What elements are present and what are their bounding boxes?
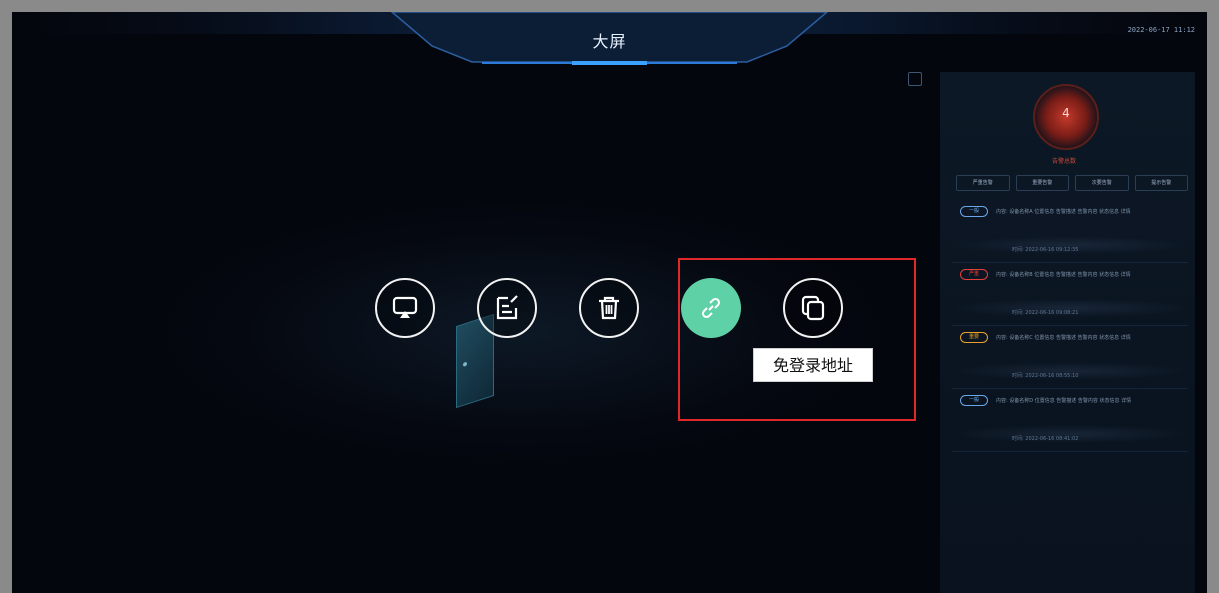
alarm-level-badge: 重要: [960, 332, 988, 343]
filter-tab-hint[interactable]: 提示告警: [1134, 175, 1188, 191]
alarm-gauge: 4: [1033, 84, 1099, 150]
alarm-level-badge: 一般: [960, 206, 988, 217]
filter-tab-critical[interactable]: 严重告警: [956, 175, 1010, 191]
alarm-time: 时间: 2022-06-16 09:08:21: [1012, 310, 1079, 316]
alarm-filter-tabs: 严重告警 重要告警 次要告警 提示告警: [956, 175, 1188, 191]
filter-tab-major[interactable]: 重要告警: [1015, 175, 1069, 191]
alarm-time: 时间: 2022-06-16 08:41:02: [1012, 436, 1079, 442]
delete-button[interactable]: [579, 278, 639, 338]
gauge-value: 4: [1062, 106, 1070, 120]
preview-button[interactable]: [375, 278, 435, 338]
gauge-label: 告警总数: [1051, 158, 1076, 165]
list-item[interactable]: 严重 内容: 设备名称B 位置信息 告警描述 告警内容 状态信息 详情 时间: …: [952, 263, 1188, 326]
door-knob: [463, 361, 467, 367]
alarm-time: 时间: 2022-06-16 09:12:35: [1012, 247, 1079, 253]
fullscreen-icon[interactable]: [908, 72, 922, 86]
alarm-text: 内容: 设备名称D 位置信息 告警描述 告警内容 状态信息 详情: [996, 398, 1132, 404]
list-item[interactable]: 重要 内容: 设备名称C 位置信息 告警描述 告警内容 状态信息 详情 时间: …: [952, 326, 1188, 389]
highlight-annotation-box: [678, 258, 916, 421]
alarm-level-badge: 一般: [960, 395, 988, 406]
alarm-list: 一般 内容: 设备名称A 位置信息 告警描述 告警内容 状态信息 详情 时间: …: [952, 200, 1188, 452]
big-screen-canvas: 大屏 2022-06-17 11:12 4 告警总数 严重告警 重要告警 次要告…: [12, 12, 1207, 593]
trash-icon: [599, 296, 619, 320]
screen-cast-icon: [392, 296, 418, 318]
page-title: 大屏: [592, 32, 627, 51]
alarm-panel: 4 告警总数 严重告警 重要告警 次要告警 提示告警 一般 内容: 设备名称A …: [940, 72, 1195, 593]
alarm-text: 内容: 设备名称A 位置信息 告警描述 告警内容 状态信息 详情: [996, 209, 1131, 215]
alarm-level-badge: 严重: [960, 269, 988, 280]
alarm-text: 内容: 设备名称C 位置信息 告警描述 告警内容 状态信息 详情: [996, 335, 1131, 341]
filter-tab-minor[interactable]: 次要告警: [1075, 175, 1129, 191]
alarm-time: 时间: 2022-06-16 08:55:10: [1012, 373, 1079, 379]
edit-icon: [496, 295, 518, 320]
edit-button[interactable]: [477, 278, 537, 338]
header-datetime: 2022-06-17 11:12: [1127, 26, 1195, 34]
list-item[interactable]: 一般 内容: 设备名称A 位置信息 告警描述 告警内容 状态信息 详情 时间: …: [952, 200, 1188, 263]
list-item[interactable]: 一般 内容: 设备名称D 位置信息 告警描述 告警内容 状态信息 详情 时间: …: [952, 389, 1188, 452]
alarm-text: 内容: 设备名称B 位置信息 告警描述 告警内容 状态信息 详情: [996, 272, 1131, 278]
